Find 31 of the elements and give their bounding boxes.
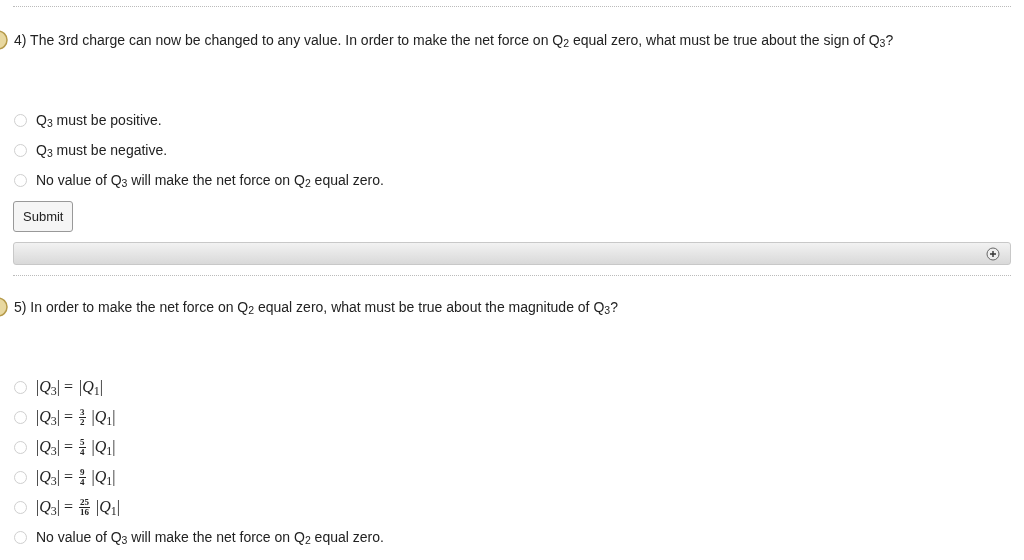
radio-button[interactable]	[14, 530, 27, 544]
math-expression: |Q$_{3}$| =	[36, 467, 73, 489]
math-expression: |Q$_{3}$| =	[36, 437, 73, 459]
radio-button[interactable]	[14, 500, 27, 514]
fraction: 3 2	[79, 407, 86, 427]
radio-button[interactable]	[14, 143, 27, 157]
radio-button[interactable]	[14, 410, 27, 424]
radio-button[interactable]	[14, 380, 27, 394]
question-text: 5) In order to make the net force on Q$_{2}$ equal zero, what must be true about the magnitude of Q$_{3}$?	[14, 297, 618, 318]
math-expression: |Q$_{3}$| =	[36, 407, 73, 429]
radio-button[interactable]	[14, 173, 27, 187]
question-text: 4) The 3rd charge can now be changed to any value. In order to make the net force on Q$_{2}$ equal zero, what must be true about the sign of Q$_{3}$?	[14, 30, 894, 51]
math-expression: |Q$_{3}$| =	[36, 497, 73, 519]
option-label: No value of Q$_{3}$ will make the net force on Q$_{2}$ equal zero.	[36, 170, 384, 191]
radio-button[interactable]	[14, 470, 27, 484]
option-label: Q$_{3}$ must be negative.	[36, 140, 168, 161]
fraction: 9 4	[79, 467, 86, 487]
fraction: 25 16	[79, 497, 90, 517]
fraction: 5 4	[79, 437, 86, 457]
radio-button[interactable]	[14, 113, 27, 127]
option-label: Q$_{3}$ must be positive.	[36, 110, 162, 131]
math-expression: |Q$_{1}$|	[91, 437, 116, 459]
math-expression: |Q$_{3}$| =	[36, 377, 73, 399]
option-label: No value of Q$_{3}$ will make the net force on Q$_{2}$ equal zero.	[36, 527, 384, 548]
math-expression: |Q$_{1}$|	[79, 377, 103, 399]
math-expression: |Q$_{1}$|	[96, 497, 120, 519]
submit-button[interactable]: Submit	[13, 201, 74, 232]
plus-icon[interactable]	[986, 246, 1000, 261]
math-expression: |Q$_{1}$|	[91, 407, 116, 429]
math-expression: |Q$_{1}$|	[91, 467, 116, 489]
radio-button[interactable]	[14, 440, 27, 454]
